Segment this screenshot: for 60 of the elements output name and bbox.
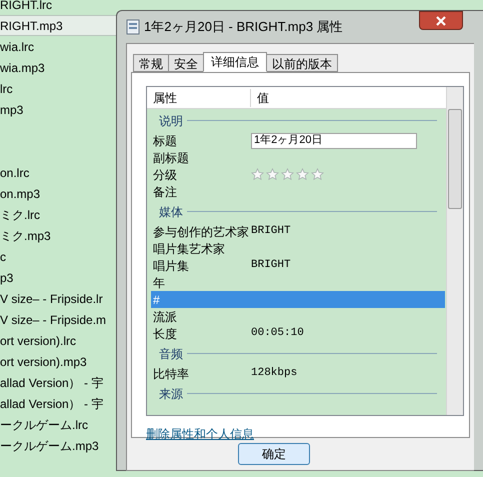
property-name: 唱片集艺术家 [152, 240, 226, 258]
property-name: 参与创作的艺术家 [152, 224, 250, 240]
property-name: 长度 [152, 326, 178, 342]
property-name: 标题 [152, 132, 178, 150]
file-name[interactable]: ークルゲーム.lrc [0, 414, 118, 435]
property-name: # [152, 292, 161, 308]
file-name[interactable]: wia.mp3 [0, 57, 118, 78]
group-heading: 来源 [159, 386, 183, 402]
group-heading: 音频 [159, 346, 183, 362]
file-name[interactable]: ort version).mp3 [0, 351, 118, 372]
file-name[interactable]: ミク.lrc [0, 204, 118, 225]
file-name[interactable]: allad Version） - 宇 [0, 393, 118, 414]
property-value: BRIGHT [251, 224, 291, 240]
column-header[interactable]: 值 [251, 88, 269, 106]
star-icon[interactable] [296, 168, 309, 181]
file-name[interactable]: on.lrc [0, 162, 118, 183]
star-icon[interactable] [311, 168, 324, 181]
property-name: 唱片集 [152, 258, 190, 274]
file-name[interactable]: lrc [0, 78, 118, 99]
file-name[interactable]: c [0, 246, 118, 267]
file-name[interactable]: RIGHT.lrc [0, 0, 118, 15]
property-name: 备注 [152, 184, 178, 200]
ok-button[interactable]: 确定 [238, 443, 310, 465]
star-icon[interactable] [266, 168, 279, 181]
title-field[interactable]: 1年2ヶ月20日 [251, 132, 417, 148]
column-header[interactable]: 属性 [147, 88, 251, 106]
tab[interactable]: 以前的版本 [266, 54, 338, 72]
file-name[interactable]: ミク.mp3 [0, 225, 118, 246]
group-heading: 说明 [159, 112, 183, 130]
file-name[interactable]: ークルゲーム.mp3 [0, 435, 118, 456]
file-name[interactable]: allad Version） - 宇 [0, 372, 118, 393]
property-name: 比特率 [152, 366, 190, 382]
tab[interactable]: 安全 [168, 54, 204, 72]
file-name[interactable]: RIGHT.mp3 [0, 15, 118, 36]
star-icon[interactable] [281, 168, 294, 181]
window-title: 1年2ヶ月20日 - BRIGHT.mp3 属性 [144, 18, 343, 36]
file-name[interactable]: ort version).lrc [0, 330, 118, 351]
group-heading: 媒体 [159, 204, 183, 220]
tab[interactable]: 详细信息 [203, 52, 267, 72]
property-name: 年 [152, 274, 166, 292]
property-value: 00:05:10 [251, 326, 304, 342]
property-name: 副标题 [152, 150, 190, 166]
file-name[interactable]: on.mp3 [0, 183, 118, 204]
file-name[interactable]: V size– - Fripside.lr [0, 288, 118, 309]
document-icon [126, 19, 140, 35]
scrollbar-thumb[interactable] [448, 109, 462, 209]
file-name[interactable]: p3 [0, 267, 118, 288]
file-name[interactable]: V size– - Fripside.m [0, 309, 118, 330]
property-value: BRIGHT [251, 258, 291, 274]
property-name: 流派 [152, 308, 178, 326]
property-value: 128kbps [251, 366, 298, 382]
file-name[interactable]: wia.lrc [0, 36, 118, 57]
close-icon [436, 16, 446, 26]
property-name: 分级 [152, 166, 178, 184]
remove-properties-link[interactable]: 删除属性和个人信息 [146, 425, 254, 443]
close-button[interactable] [419, 11, 463, 30]
tab[interactable]: 常规 [133, 54, 169, 72]
scrollbar[interactable] [446, 87, 463, 415]
star-icon[interactable] [251, 168, 264, 181]
file-name[interactable]: mp3 [0, 99, 118, 120]
